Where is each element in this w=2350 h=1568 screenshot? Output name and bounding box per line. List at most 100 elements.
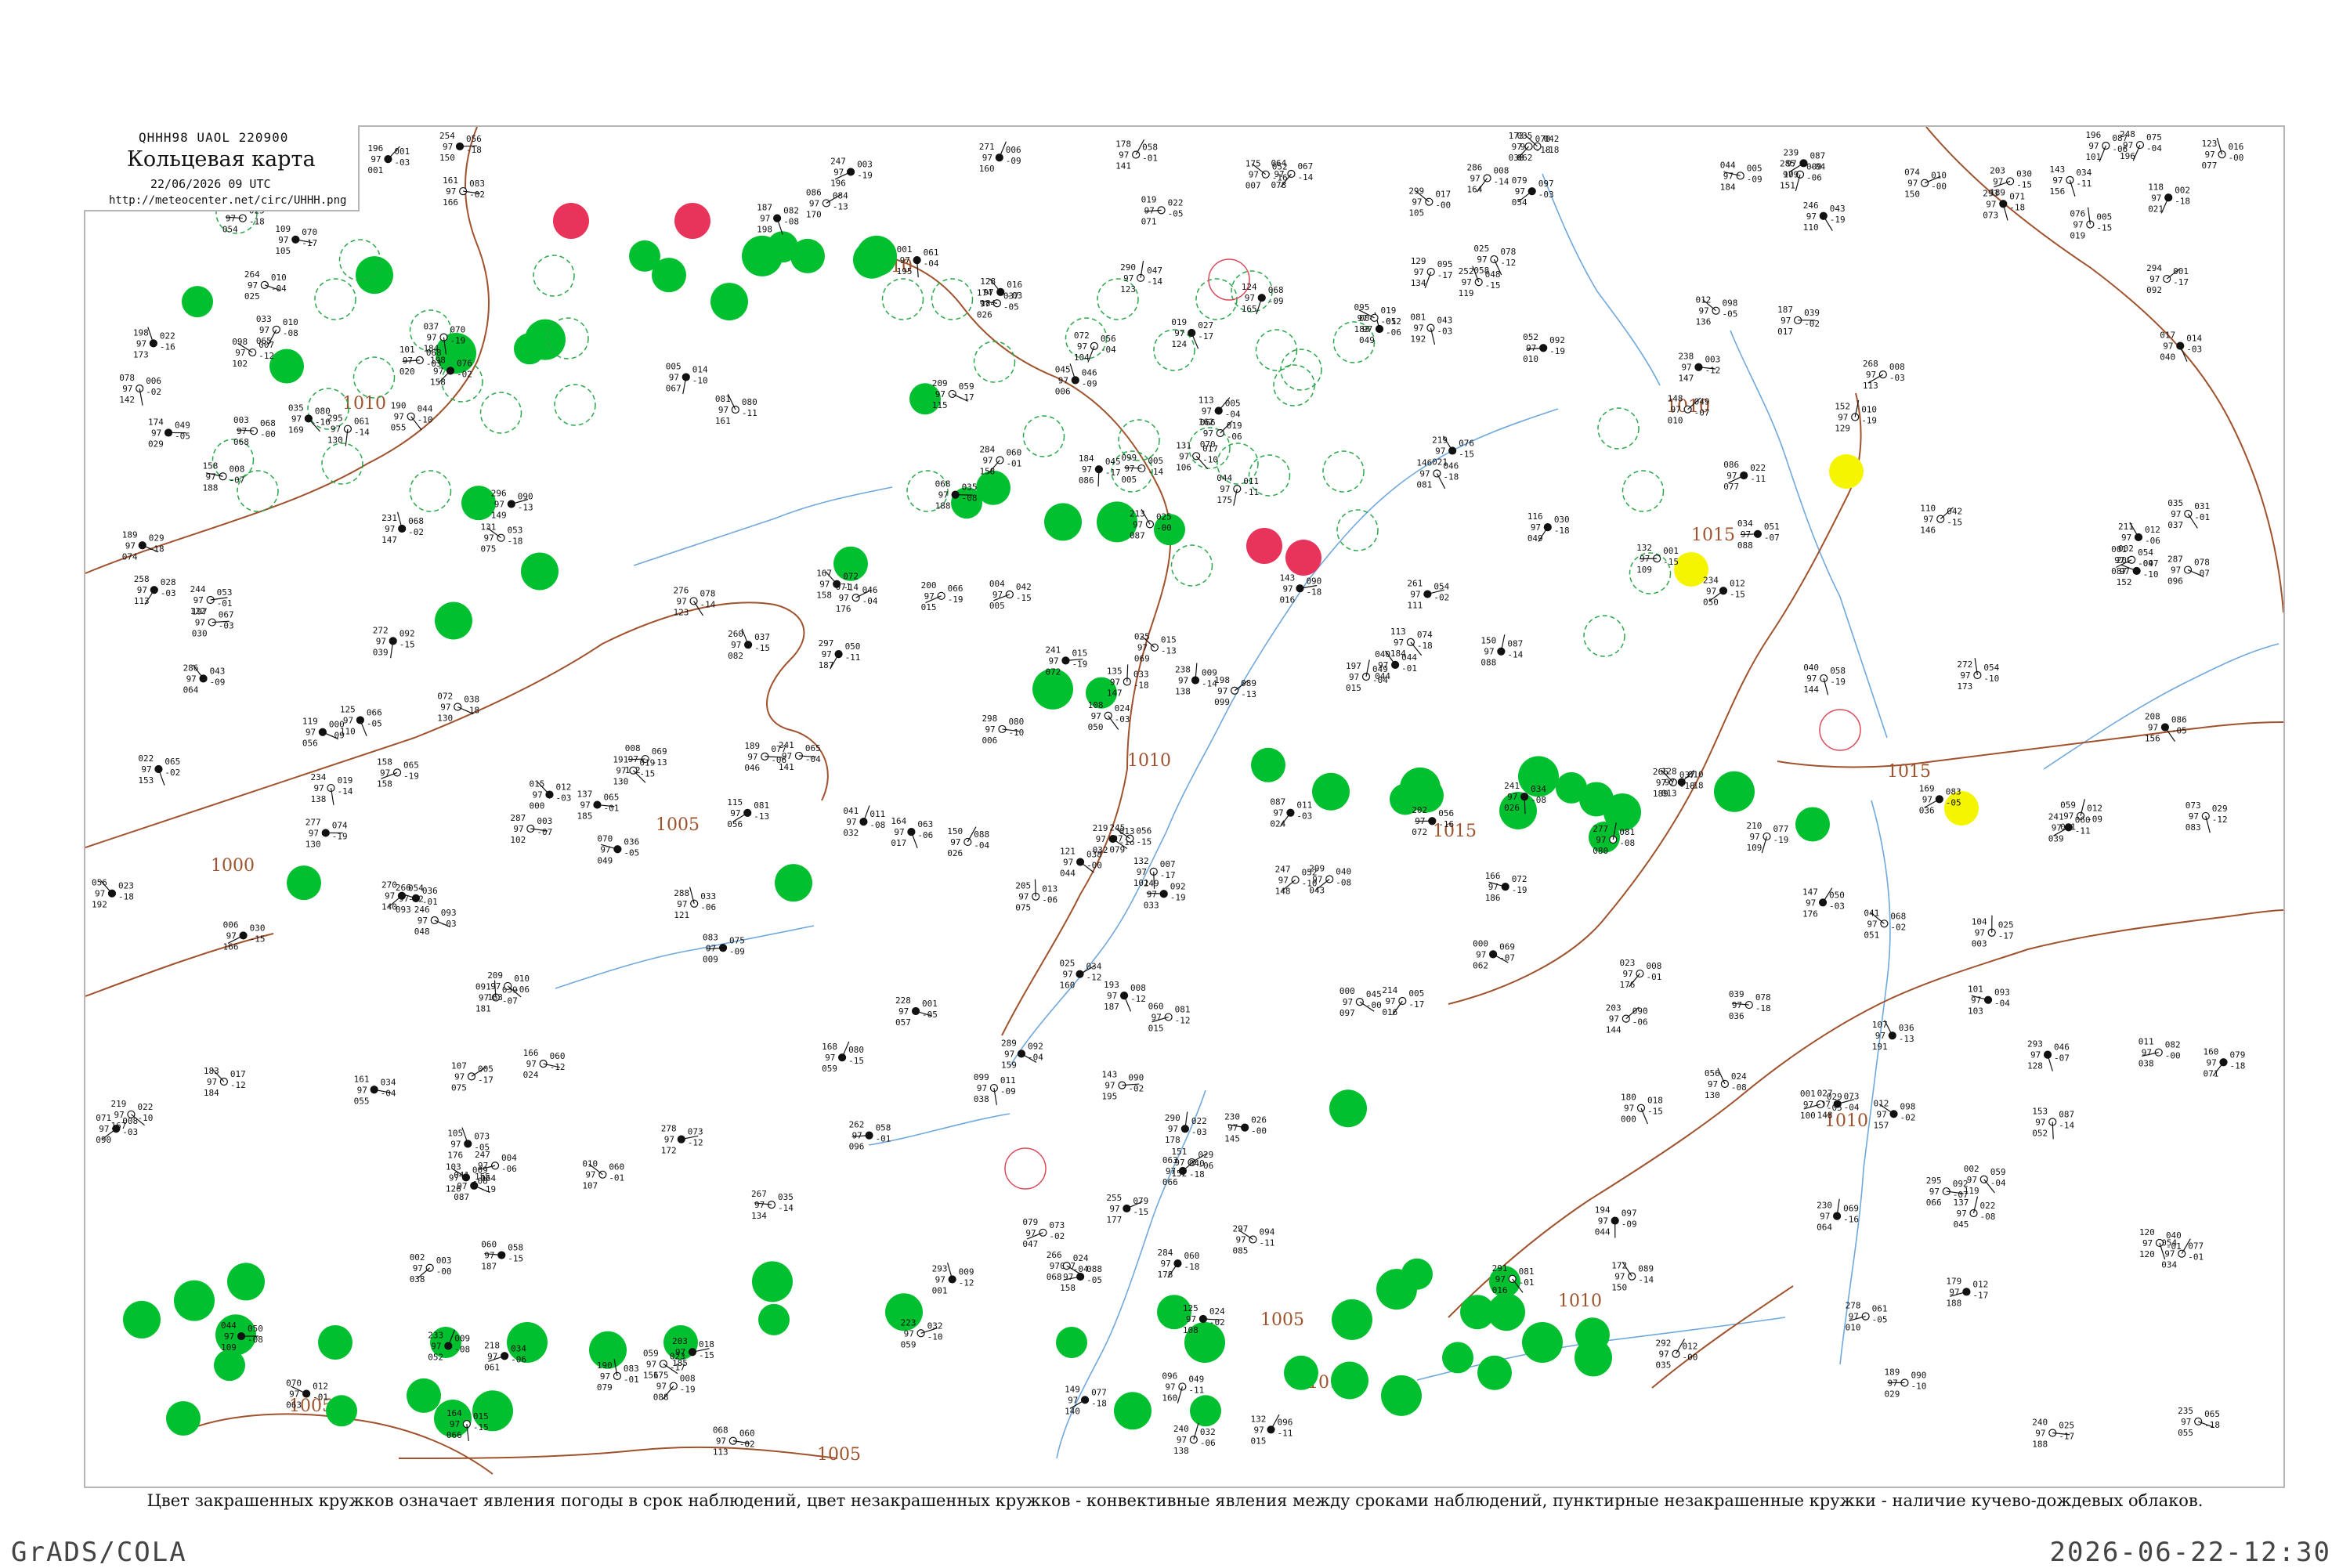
svg-text:056: 056	[302, 739, 318, 749]
svg-text:218: 218	[484, 1340, 500, 1350]
svg-text:092: 092	[1028, 1041, 1043, 1051]
svg-text:97: 97	[1659, 1349, 1669, 1360]
svg-text:97: 97	[1723, 171, 1734, 181]
station-plot: 04197032011-08	[843, 805, 885, 838]
svg-text:97: 97	[1217, 686, 1227, 696]
svg-text:173: 173	[1957, 681, 1972, 692]
svg-text:240: 240	[2032, 1417, 2048, 1427]
svg-text:-18: -18	[1091, 1398, 1107, 1408]
station-plot: 06097015081-12	[1148, 1002, 1191, 1034]
svg-text:97: 97	[1165, 1382, 1175, 1392]
svg-text:004: 004	[989, 579, 1005, 589]
svg-text:97: 97	[207, 1077, 217, 1087]
svg-text:97: 97	[2142, 1048, 2152, 1058]
svg-text:97: 97	[1312, 875, 1322, 885]
svg-text:144: 144	[1803, 685, 1819, 695]
station-plot: 17597088008-19	[653, 1371, 696, 1403]
svg-text:077: 077	[2202, 161, 2218, 171]
svg-text:97: 97	[1598, 1216, 1608, 1227]
svg-text:079: 079	[1109, 845, 1125, 855]
svg-text:026: 026	[977, 309, 992, 320]
svg-text:97: 97	[1227, 1123, 1238, 1133]
svg-text:166: 166	[1485, 871, 1501, 881]
station-plot: 05697192023-18	[92, 878, 134, 910]
svg-text:095: 095	[1354, 302, 1370, 313]
station-plot: 24197072015-19	[1045, 645, 1087, 677]
svg-text:087: 087	[454, 1192, 469, 1202]
svg-text:083: 083	[2186, 822, 2201, 833]
svg-text:083: 083	[624, 1364, 639, 1374]
source-url[interactable]: http://meteocenter.net/circ/UHHH.png	[109, 194, 346, 207]
station-plot: 26897113008-03	[1863, 359, 1905, 391]
svg-text:073: 073	[474, 1131, 490, 1141]
svg-text:161: 161	[443, 175, 458, 186]
svg-text:070: 070	[597, 833, 613, 844]
svg-text:147: 147	[1678, 374, 1694, 384]
svg-text:058: 058	[508, 1243, 523, 1253]
svg-text:168: 168	[822, 1042, 837, 1052]
svg-text:019: 019	[2070, 231, 2085, 241]
precip-circle	[1284, 1356, 1318, 1390]
svg-text:037: 037	[1003, 291, 1019, 301]
svg-text:011: 011	[870, 809, 885, 819]
station-plot: 11997056000-09	[302, 717, 345, 749]
svg-text:006: 006	[1006, 145, 1021, 155]
svg-text:034: 034	[1086, 962, 1101, 972]
svg-text:056: 056	[466, 134, 482, 144]
svg-text:001: 001	[394, 146, 410, 157]
svg-text:-18: -18	[1184, 1262, 1199, 1272]
station-plot: 28797096078-07	[2167, 555, 2210, 587]
svg-text:97: 97	[1254, 1425, 1264, 1435]
svg-text:099: 099	[1121, 453, 1137, 463]
svg-text:032: 032	[1200, 1427, 1216, 1437]
svg-text:247: 247	[830, 156, 846, 166]
svg-text:-11: -11	[845, 652, 861, 663]
svg-text:105: 105	[275, 246, 291, 256]
svg-text:122: 122	[190, 606, 206, 616]
svg-text:016: 016	[1279, 594, 1295, 605]
svg-text:-17: -17	[1160, 870, 1176, 880]
svg-text:-07: -07	[230, 475, 245, 485]
svg-text:-10: -10	[418, 415, 433, 425]
svg-text:270: 270	[381, 880, 397, 891]
svg-text:97: 97	[114, 1110, 124, 1120]
svg-text:043: 043	[1437, 316, 1452, 326]
svg-text:081: 081	[1619, 827, 1635, 837]
svg-text:-13: -13	[833, 201, 848, 211]
svg-text:-15: -15	[2096, 223, 2112, 233]
svg-text:102: 102	[510, 835, 526, 845]
svg-text:97: 97	[977, 1083, 987, 1093]
svg-text:219: 219	[1093, 823, 1108, 833]
svg-text:-04: -04	[2146, 143, 2162, 154]
station-plot: 16697186072-19	[1485, 871, 1528, 903]
svg-text:072: 072	[843, 572, 859, 582]
svg-text:97: 97	[1596, 835, 1606, 845]
svg-text:070: 070	[450, 325, 465, 335]
svg-text:97: 97	[935, 1274, 945, 1284]
svg-text:284: 284	[979, 445, 995, 455]
svg-text:125: 125	[340, 704, 356, 714]
svg-text:-18: -18	[464, 706, 479, 716]
svg-text:037: 037	[754, 632, 770, 642]
svg-text:003: 003	[436, 1255, 452, 1266]
svg-text:056: 056	[1101, 334, 1116, 344]
cb-ring	[1337, 510, 1378, 551]
svg-text:039: 039	[373, 647, 389, 657]
svg-text:-04: -04	[924, 258, 939, 269]
svg-text:040: 040	[1803, 663, 1819, 673]
svg-text:039: 039	[1729, 989, 1744, 999]
station-plot: 29997043040-08	[1309, 864, 1351, 896]
precip-circle	[326, 1395, 357, 1426]
svg-text:113: 113	[134, 596, 150, 606]
svg-text:148: 148	[1275, 886, 1291, 896]
svg-text:97: 97	[2151, 193, 2161, 203]
station-plot: 07997047073-02	[1022, 1217, 1065, 1249]
svg-text:066: 066	[446, 1430, 462, 1440]
svg-text:-14: -14	[778, 1203, 794, 1213]
svg-text:043: 043	[1830, 204, 1846, 214]
svg-text:-01: -01	[2188, 1252, 2204, 1263]
svg-text:007: 007	[1160, 859, 1176, 869]
station-plot: 04497184005-09	[1720, 160, 1762, 192]
svg-text:-05: -05	[1003, 302, 1019, 312]
svg-text:068: 068	[260, 418, 276, 428]
